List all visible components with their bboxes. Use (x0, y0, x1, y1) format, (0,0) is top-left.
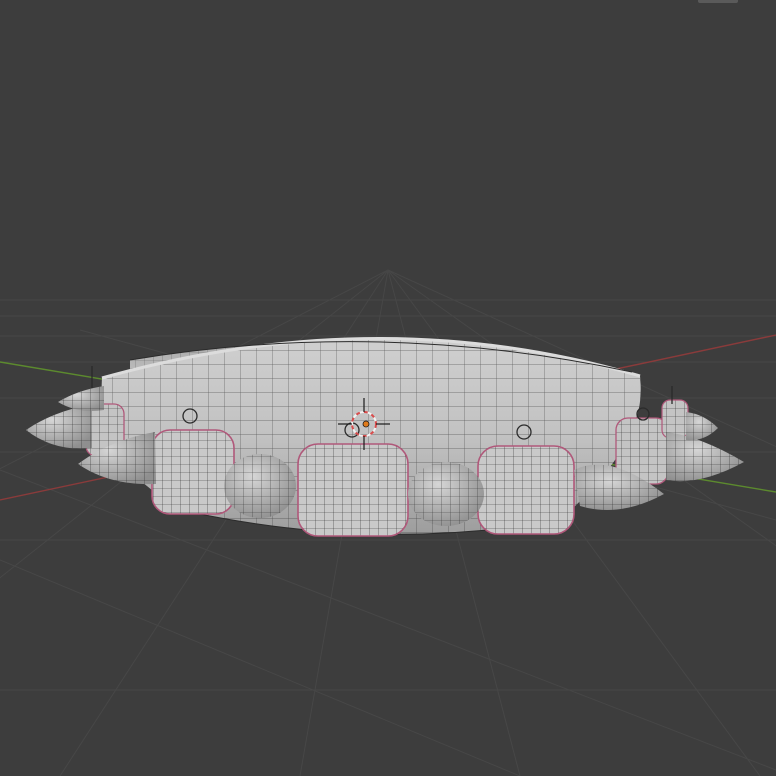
collar-mesh[interactable] (26, 337, 744, 537)
origin-dot-icon (362, 420, 370, 428)
3d-viewport[interactable] (0, 0, 776, 776)
viewport-canvas[interactable] (0, 0, 776, 776)
